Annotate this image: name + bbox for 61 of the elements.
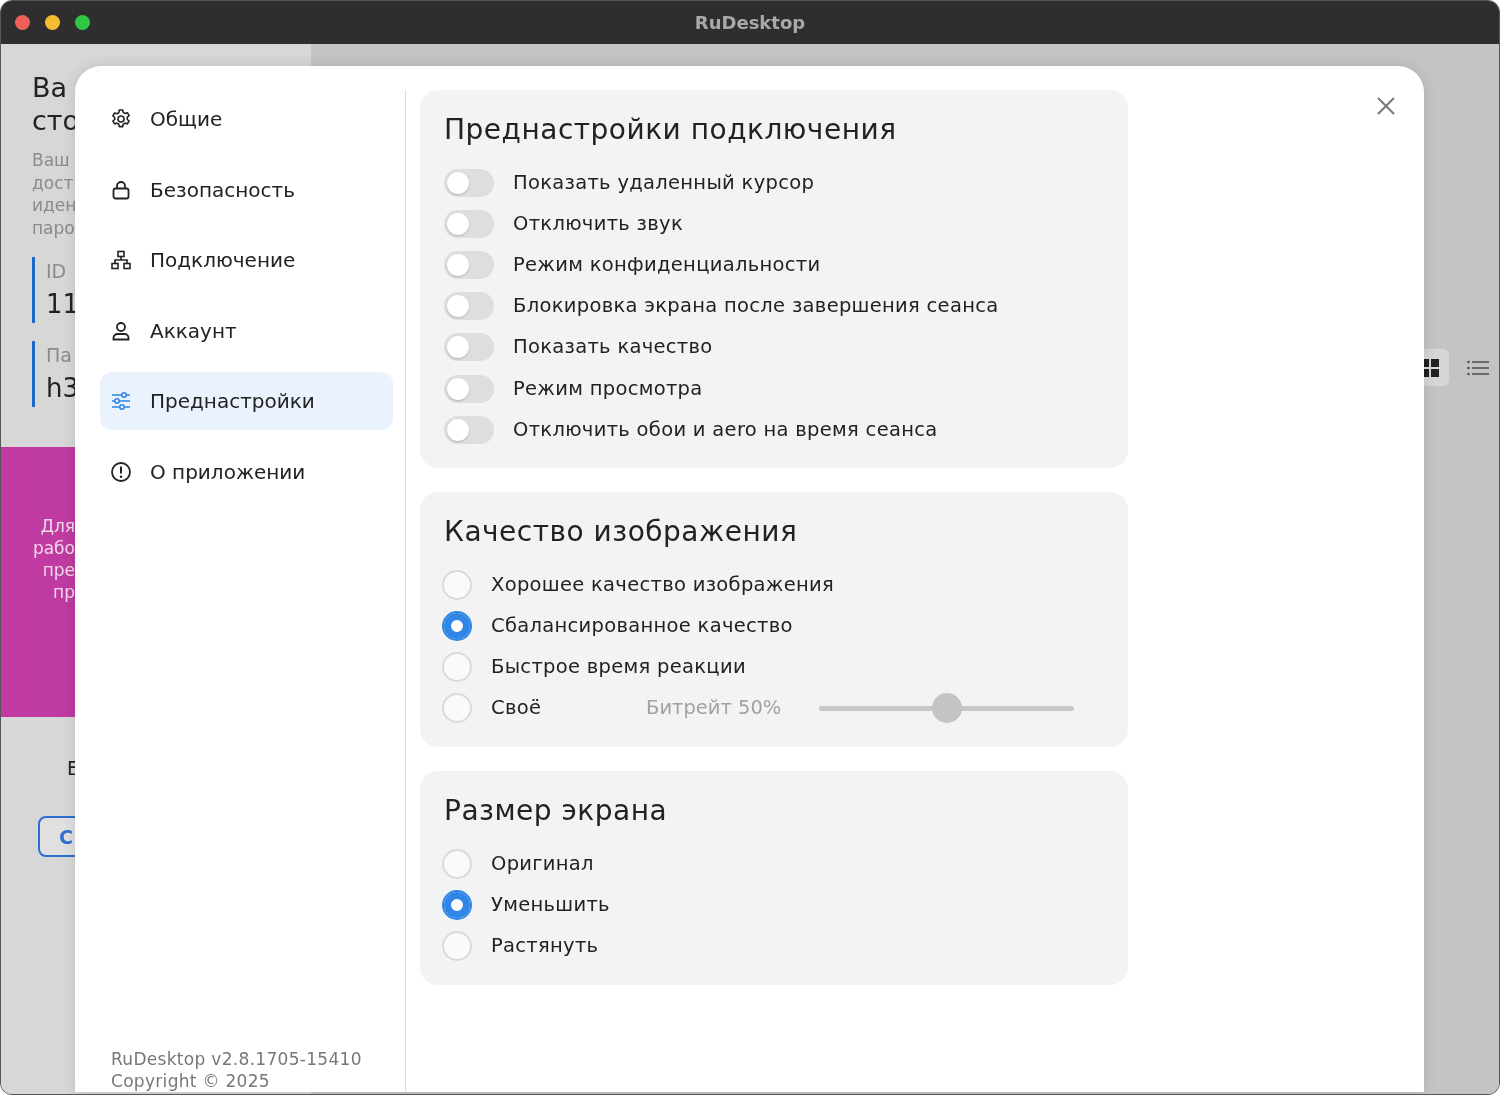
lock-icon (110, 178, 132, 201)
info-icon (110, 460, 132, 483)
toggle-switch[interactable] (444, 415, 494, 444)
copyright-text: Copyright © 2025 (111, 1070, 271, 1092)
sidebar-item[interactable]: Безопасность (100, 160, 393, 219)
option-label: Сбалансированное качество (491, 613, 793, 640)
toggle-switch[interactable] (444, 168, 494, 197)
banner-text: пр (53, 581, 75, 603)
section-title: Преднастройки подключения (444, 112, 898, 148)
option-label: Показать качество (513, 334, 713, 361)
radio-button[interactable] (442, 889, 472, 920)
description-text: иден (32, 194, 77, 217)
sidebar-item[interactable]: Подключение (100, 231, 393, 289)
password-label: Па (46, 343, 72, 368)
sidebar-item[interactable]: Общие (100, 90, 393, 148)
option-label: Уменьшить (491, 891, 611, 918)
option-label: Отключить звук (513, 210, 683, 237)
banner-text: пре (42, 559, 75, 581)
id-label: ID (46, 259, 67, 284)
description-text: Ваш (32, 149, 70, 172)
minimize-window-button[interactable] (45, 15, 60, 30)
radio-button[interactable] (442, 611, 472, 642)
option-label: Хорошее качество изображения (491, 571, 835, 598)
window-title: RuDesktop (694, 12, 806, 33)
banner-text: рабо (32, 537, 75, 559)
option-label: Быстрое время реакции (491, 654, 746, 681)
toggle-switch[interactable] (444, 374, 494, 403)
option-label: Блокировка экрана после завершения сеанса (513, 293, 999, 320)
description-text: паро (32, 216, 75, 239)
slider-track[interactable] (819, 693, 1075, 724)
option-label: Отключить обои и aero на время сеанса (513, 416, 938, 443)
option-label: Оригинал (491, 850, 595, 877)
network-icon (110, 249, 132, 271)
user-icon (110, 319, 132, 342)
option-label: Режим конфиденциальности (513, 251, 821, 278)
toggle-switch[interactable] (444, 250, 494, 279)
section-title: Размер экрана (444, 793, 669, 830)
bitrate-label: Битрейт 50% (646, 695, 782, 722)
option-label: Показать удаленный курсор (513, 169, 815, 196)
close-button[interactable] (1376, 96, 1396, 116)
sidebar-item[interactable]: Преднастройки (100, 372, 393, 430)
option-label: Режим просмотра (513, 375, 703, 402)
heading-text: Ва (32, 71, 68, 104)
option-label: Своё (491, 695, 543, 722)
sidebar-item[interactable]: О приложении (100, 442, 393, 501)
zoom-window-button[interactable] (75, 15, 90, 30)
option-label: Растянуть (491, 933, 600, 960)
gear-icon (110, 108, 132, 130)
description-text: дост (32, 171, 74, 194)
close-window-button[interactable] (15, 15, 30, 30)
list-icon (1467, 358, 1489, 377)
sliders-icon (110, 390, 132, 412)
close-icon (1376, 96, 1396, 116)
id-value: 11 (46, 288, 80, 321)
banner-text: Для (40, 515, 75, 537)
toggle-switch[interactable] (444, 292, 494, 321)
toggle-switch[interactable] (444, 333, 494, 362)
version-text: RuDesktop v2.8.1705-15410 (111, 1048, 363, 1070)
toggle-switch[interactable] (444, 209, 494, 238)
section-title: Качество изображения (444, 514, 799, 551)
sidebar-item[interactable]: Аккаунт (100, 301, 393, 360)
